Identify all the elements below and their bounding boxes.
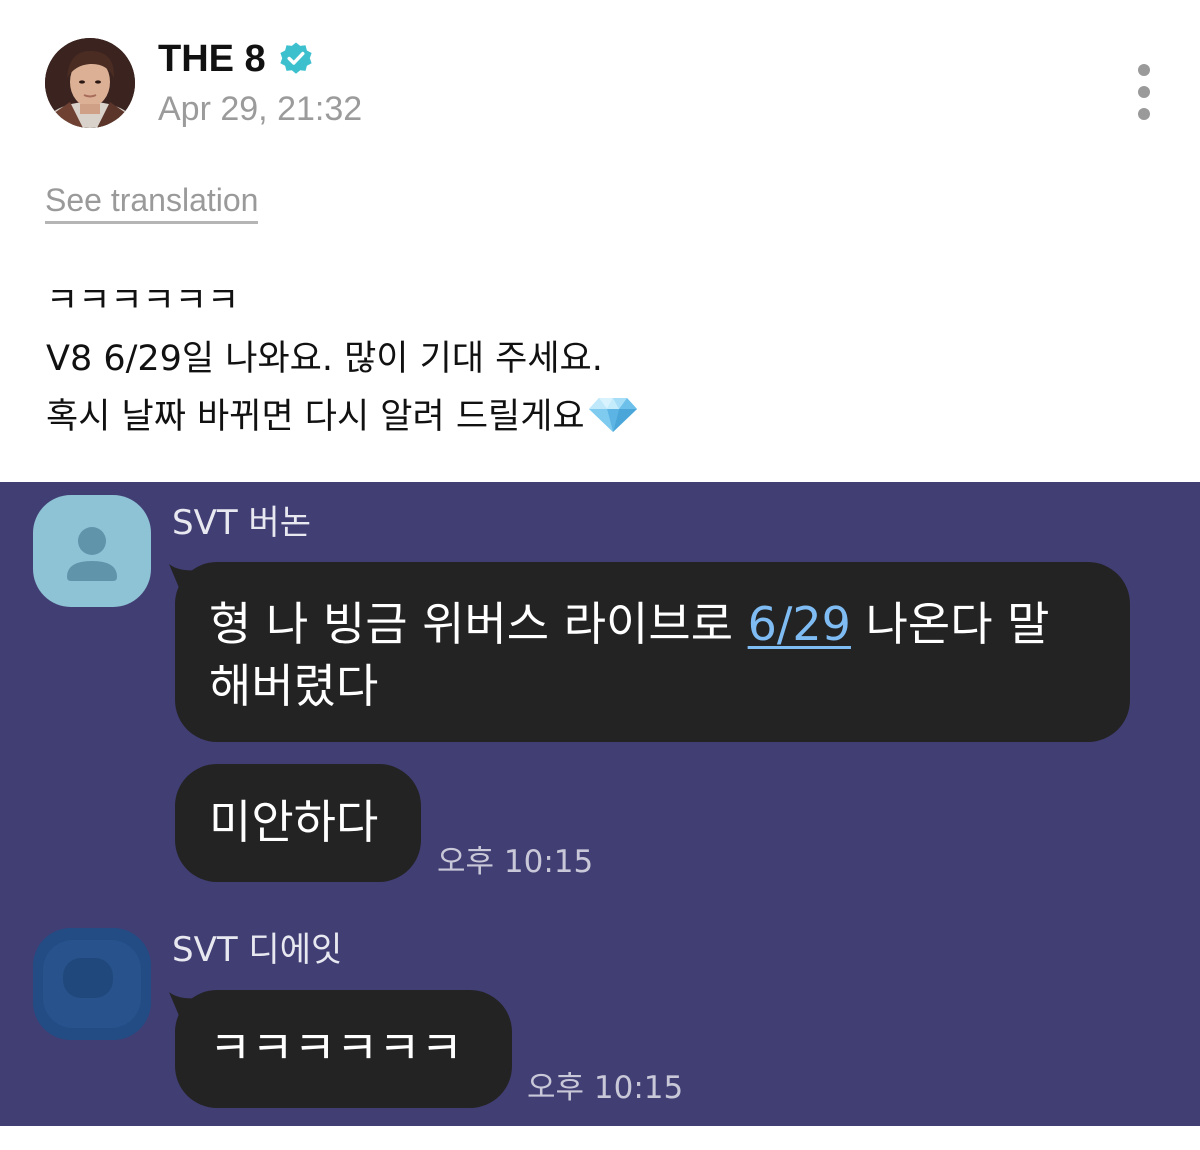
- post-timestamp: Apr 29, 21:32: [158, 90, 363, 128]
- message-text: ㅋㅋㅋㅋㅋㅋ: [209, 1021, 463, 1075]
- message-text: 형 나 빙금 위버스 라이브로: [209, 597, 748, 651]
- more-options-button[interactable]: [1124, 60, 1164, 124]
- post-line: ㅋㅋㅋㅋㅋㅋ: [46, 281, 240, 321]
- sender-name: SVT 버논: [172, 503, 311, 543]
- verified-badge-icon: [280, 42, 312, 74]
- user-placeholder-icon: [67, 527, 117, 581]
- chat-bubble[interactable]: ㅋㅋㅋㅋㅋㅋ: [175, 990, 512, 1108]
- post-line-text: 혹시 날짜 바뀌면 다시 알려 드릴게요: [46, 397, 585, 437]
- diamond-emoji-icon: [588, 398, 637, 432]
- message-text: 나온다 말: [850, 597, 1050, 651]
- see-translation-link[interactable]: See translation: [45, 181, 259, 224]
- sender-name: SVT 디에잇: [172, 930, 343, 970]
- date-link[interactable]: 6/29: [748, 597, 851, 651]
- message-time: 오후 10:15: [527, 1070, 684, 1106]
- author-name[interactable]: THE 8: [158, 36, 266, 82]
- profile-photo: [45, 38, 135, 128]
- sender-avatar[interactable]: [33, 928, 151, 1040]
- post-line: V8 6/29일 나와요. 많이 기대 주세요.: [46, 339, 603, 379]
- message-text: 해버렸다: [209, 659, 379, 713]
- author-avatar[interactable]: [45, 38, 135, 128]
- message-text: 미안하다: [209, 795, 379, 849]
- profile-photo: [33, 928, 151, 1040]
- message-time: 오후 10:15: [437, 844, 594, 880]
- post-line-with-emoji: 혹시 날짜 바뀌면 다시 알려 드릴게요: [46, 388, 1156, 446]
- sender-avatar[interactable]: [33, 495, 151, 607]
- chat-bubble[interactable]: 미안하다: [175, 764, 421, 882]
- post-text: ㅋㅋㅋㅋㅋㅋ V8 6/29일 나와요. 많이 기대 주세요. 혹시 날짜 바뀌…: [46, 272, 1156, 446]
- chat-bubble[interactable]: 형 나 빙금 위버스 라이브로 6/29 나온다 말 해버렸다: [175, 562, 1130, 742]
